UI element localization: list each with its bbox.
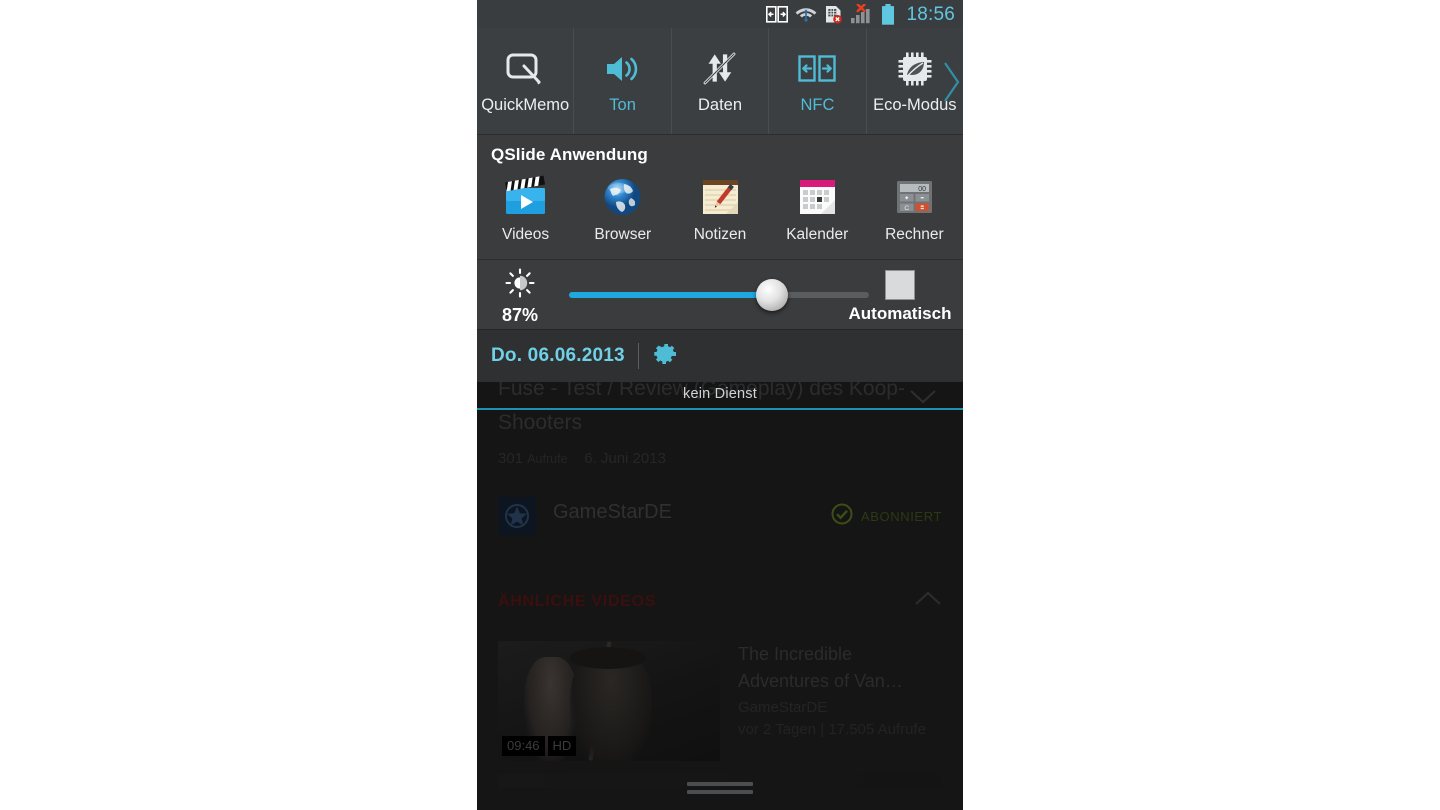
- toggle-quickmemo[interactable]: QuickMemo: [477, 28, 575, 134]
- status-bar-clock: 18:56: [906, 3, 955, 25]
- thumbnail-hat: [570, 647, 646, 669]
- related-video-meta: vor 2 Tagen | 17.505 Aufrufe: [738, 721, 926, 738]
- toggle-label: Eco-Modus: [873, 96, 957, 115]
- toggle-nfc[interactable]: NFC: [769, 28, 867, 134]
- handle-bar: [687, 790, 753, 794]
- check-circle-icon: [831, 503, 853, 530]
- related-video-item[interactable]: 09:46 HD The Incredible Adventures of Va…: [498, 641, 942, 761]
- battery-icon: [881, 3, 895, 25]
- auto-brightness-checkbox[interactable]: [885, 270, 915, 300]
- qslide-app-label: Rechner: [885, 226, 944, 243]
- related-section-header[interactable]: ÄHNLICHE VIDEOS: [498, 590, 942, 613]
- chevron-up-icon[interactable]: [914, 590, 942, 613]
- svg-text:C: C: [904, 205, 909, 212]
- toggle-eco-modus[interactable]: Eco-Modus: [867, 28, 963, 134]
- view-count: 301: [498, 450, 524, 467]
- related-video-title: The Incredible Adventures of Van…: [738, 644, 903, 691]
- auto-brightness-label: Automatisch: [848, 304, 952, 323]
- brightness-sun-icon: [505, 268, 535, 303]
- subscribed-status[interactable]: ABONNIERT: [831, 503, 942, 530]
- wifi-icon: [795, 5, 817, 23]
- toggle-ton[interactable]: Ton: [574, 28, 672, 134]
- related-video-text: The Incredible Adventures of Van… GameSt…: [738, 641, 944, 738]
- browser-globe-icon: [600, 174, 645, 219]
- svg-text:00: 00: [918, 186, 926, 193]
- nfc-icon: [797, 48, 837, 90]
- data-off-icon: [700, 48, 740, 90]
- qslide-app-notizen[interactable]: Notizen: [671, 174, 768, 243]
- qslide-app-list: Videos Browser Notizen Kalender 00 C Rec…: [477, 174, 963, 243]
- star-badge-icon: [498, 497, 536, 535]
- qslide-app-videos[interactable]: Videos: [477, 174, 574, 243]
- qslide-app-label: Kalender: [786, 226, 849, 243]
- handle-bar: [687, 782, 753, 786]
- toggle-label: QuickMemo: [481, 96, 570, 115]
- video-thumbnail: 09:46 HD: [498, 641, 720, 761]
- qslide-app-label: Browser: [594, 226, 652, 243]
- eco-mode-icon: [896, 48, 934, 90]
- brightness-percent: 87%: [501, 305, 539, 325]
- chevron-down-icon[interactable]: [909, 388, 937, 411]
- brightness-indicator: 87%: [491, 268, 549, 324]
- video-title: Fuse - Test / Review (Gameplay) des Koop…: [498, 382, 905, 434]
- slider-thumb[interactable]: [756, 279, 788, 311]
- brightness-slider[interactable]: [569, 279, 869, 311]
- sound-icon: [603, 48, 643, 90]
- notification-panel-handle[interactable]: [477, 782, 963, 794]
- channel-name: GameStarDE: [553, 501, 672, 523]
- related-video-channel: GameStarDE: [738, 699, 828, 716]
- calculator-icon: 00 C: [892, 174, 937, 219]
- qslide-app-label: Notizen: [693, 226, 747, 243]
- video-meta: 301 Aufrufe 6. Juni 2013: [498, 450, 666, 467]
- gear-icon[interactable]: [652, 341, 678, 372]
- quickmemo-icon: [505, 48, 545, 90]
- calendar-icon: [795, 174, 840, 219]
- current-date: Do. 06.06.2013: [491, 345, 625, 366]
- qslide-app-rechner[interactable]: 00 C Rechner: [866, 174, 963, 243]
- sim-card-error-icon: [824, 5, 843, 24]
- background-app-content: Fuse - Test / Review (Gameplay) des Koop…: [477, 382, 963, 810]
- date-bar: Do. 06.06.2013: [477, 330, 963, 382]
- divider: [637, 343, 639, 369]
- upload-date: 6. Juni 2013: [584, 450, 666, 467]
- auto-brightness-control[interactable]: Automatisch: [845, 270, 955, 322]
- toggle-label: NFC: [800, 96, 835, 115]
- screenshot-root: 18:56 QuickMemo Ton Daten NFC Eco-Modus …: [0, 0, 1440, 810]
- view-unit: Aufrufe: [527, 452, 568, 466]
- slider-fill: [569, 292, 769, 298]
- toggle-label: Ton: [609, 96, 636, 115]
- duration-badge: 09:46: [502, 735, 545, 756]
- qslide-section: QSlide Anwendung Videos Browser Notizen …: [477, 135, 963, 260]
- subscribed-label: ABONNIERT: [860, 509, 942, 524]
- qslide-title: QSlide Anwendung: [491, 145, 648, 164]
- quality-badge: HD: [547, 735, 577, 756]
- status-bar: 18:56: [477, 0, 963, 28]
- signal-no-service-icon: [850, 4, 874, 24]
- videos-icon: [503, 174, 548, 219]
- screen-share-icon: [766, 5, 789, 23]
- qslide-app-kalender[interactable]: Kalender: [769, 174, 866, 243]
- channel-row[interactable]: GameStarDE ABONNIERT: [498, 497, 942, 535]
- section-title: ÄHNLICHE VIDEOS: [498, 592, 657, 610]
- phone-screen: 18:56 QuickMemo Ton Daten NFC Eco-Modus …: [477, 0, 963, 810]
- toggle-daten[interactable]: Daten: [672, 28, 770, 134]
- brightness-section: 87% Automatisch: [477, 260, 963, 330]
- qslide-app-label: Videos: [502, 226, 550, 243]
- thumbnail-badges: 09:46 HD: [502, 735, 577, 756]
- toggle-label: Daten: [698, 96, 743, 115]
- notes-icon: [698, 174, 743, 219]
- quick-toggle-row: QuickMemo Ton Daten NFC Eco-Modus: [477, 28, 963, 135]
- qslide-app-browser[interactable]: Browser: [574, 174, 671, 243]
